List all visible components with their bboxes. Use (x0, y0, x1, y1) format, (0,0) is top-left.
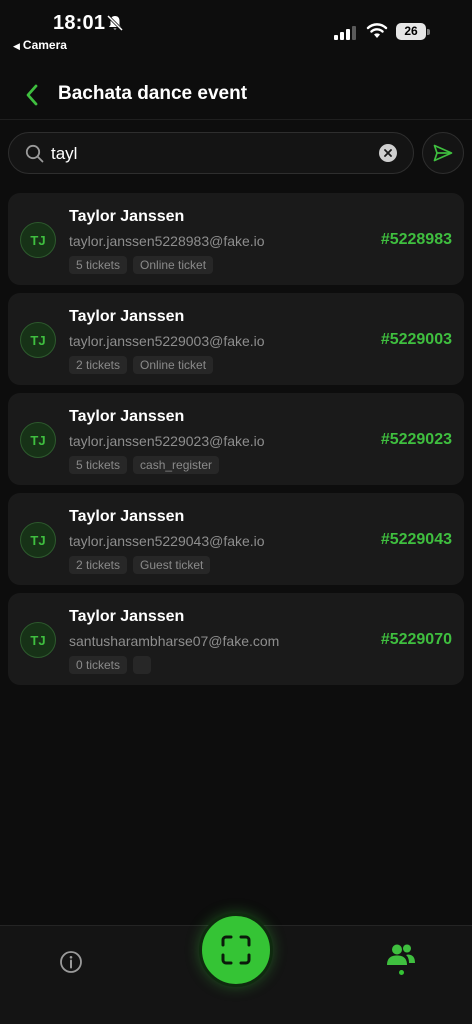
clear-icon (384, 149, 392, 157)
mute-icon (106, 14, 124, 32)
avatar: TJ (20, 422, 56, 458)
battery-level: 26 (396, 23, 426, 40)
back-app-label: Camera (22, 38, 67, 52)
ticket-type-badge: Online ticket (133, 356, 214, 374)
battery-indicator: 26 (396, 23, 430, 40)
scan-icon (221, 935, 251, 965)
attendee-card[interactable]: TJ Taylor Janssen santusharambharse07@fa… (8, 593, 464, 685)
ticket-count-badge: 2 tickets (69, 556, 128, 574)
ticket-count-badge: 0 tickets (69, 656, 128, 674)
info-icon (60, 951, 82, 973)
signal-icon (334, 26, 356, 40)
attendee-name: Taylor Janssen (69, 408, 185, 425)
ticket-count-badge: 2 tickets (69, 356, 128, 374)
attendee-card[interactable]: TJ Taylor Janssen taylor.janssen5229043@… (8, 493, 464, 585)
attendees-tab[interactable] (384, 943, 418, 981)
back-button[interactable] (18, 81, 46, 109)
attendee-name: Taylor Janssen (69, 308, 185, 325)
attendee-email: taylor.janssen5229043@fake.io (69, 533, 265, 549)
attendee-email: taylor.janssen5229023@fake.io (69, 433, 265, 449)
attendee-tags: 5 tickets cash_register (69, 456, 220, 474)
ticket-count-badge: 5 tickets (69, 256, 128, 274)
ticket-type-badge: Guest ticket (133, 556, 211, 574)
status-bar: 18:01 ◀ Camera 26 (0, 0, 472, 60)
status-time: 18:01 (53, 12, 106, 34)
attendee-name: Taylor Janssen (69, 208, 185, 225)
order-id: #5229070 (380, 631, 452, 648)
battery-cap (427, 29, 430, 35)
search-input[interactable] (51, 141, 371, 167)
attendee-name: Taylor Janssen (69, 508, 185, 525)
send-icon (433, 144, 453, 162)
ticket-type-badge: cash_register (133, 456, 220, 474)
attendee-tags: 2 tickets Online ticket (69, 356, 214, 374)
avatar: TJ (20, 222, 56, 258)
attendee-card[interactable]: TJ Taylor Janssen taylor.janssen5228983@… (8, 193, 464, 285)
ticket-count-badge: 5 tickets (69, 456, 128, 474)
ticket-type-badge: Online ticket (133, 256, 214, 274)
attendee-tags: 0 tickets (69, 656, 152, 674)
attendee-name: Taylor Janssen (69, 608, 185, 625)
chevron-left-icon (26, 84, 38, 106)
order-id: #5228983 (380, 231, 452, 248)
send-button[interactable] (422, 132, 464, 174)
order-id: #5229023 (380, 431, 452, 448)
page-title: Bachata dance event (58, 83, 248, 104)
attendee-email: santusharambharse07@fake.com (69, 633, 280, 649)
header: Bachata dance event (0, 70, 472, 120)
attendee-list: TJ Taylor Janssen taylor.janssen5228983@… (8, 193, 464, 693)
info-button[interactable] (58, 949, 84, 975)
attendee-email: taylor.janssen5228983@fake.io (69, 233, 265, 249)
back-to-app-link[interactable]: ◀ Camera (13, 38, 67, 52)
scan-button[interactable] (199, 913, 273, 987)
attendee-email: taylor.janssen5229003@fake.io (69, 333, 265, 349)
avatar: TJ (20, 522, 56, 558)
search-icon (25, 144, 44, 163)
ticket-type-badge (133, 656, 152, 674)
order-id: #5229003 (380, 331, 452, 348)
attendee-tags: 5 tickets Online ticket (69, 256, 214, 274)
attendee-card[interactable]: TJ Taylor Janssen taylor.janssen5229023@… (8, 393, 464, 485)
avatar: TJ (20, 622, 56, 658)
avatar: TJ (20, 322, 56, 358)
bottom-nav (0, 913, 472, 1024)
attendee-tags: 2 tickets Guest ticket (69, 556, 211, 574)
clear-search-button[interactable] (379, 144, 397, 162)
active-tab-indicator (398, 970, 404, 975)
wifi-icon (366, 23, 388, 38)
order-id: #5229043 (380, 531, 452, 548)
search-bar (8, 132, 414, 174)
attendee-card[interactable]: TJ Taylor Janssen taylor.janssen5229003@… (8, 293, 464, 385)
people-icon (387, 944, 415, 965)
